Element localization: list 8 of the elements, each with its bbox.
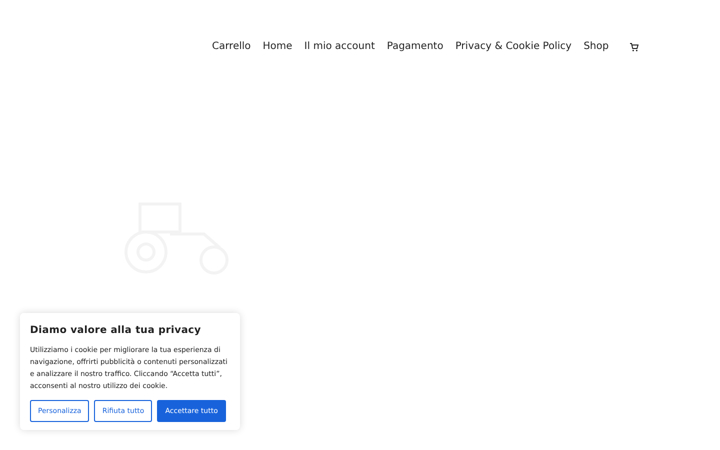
nav-link[interactable]: Shop — [584, 39, 609, 54]
nav-link[interactable]: Carrello — [212, 39, 251, 54]
banner-title: Diamo valore alla tua privacy — [30, 324, 202, 338]
nav-link[interactable]: Home — [262, 39, 292, 54]
cart-icon[interactable] — [628, 42, 639, 52]
nav-link[interactable]: Il mio account — [304, 39, 375, 54]
nav-link[interactable]: Privacy & Cookie Policy — [455, 39, 572, 54]
nav-link[interactable]: Pagamento — [386, 39, 444, 54]
